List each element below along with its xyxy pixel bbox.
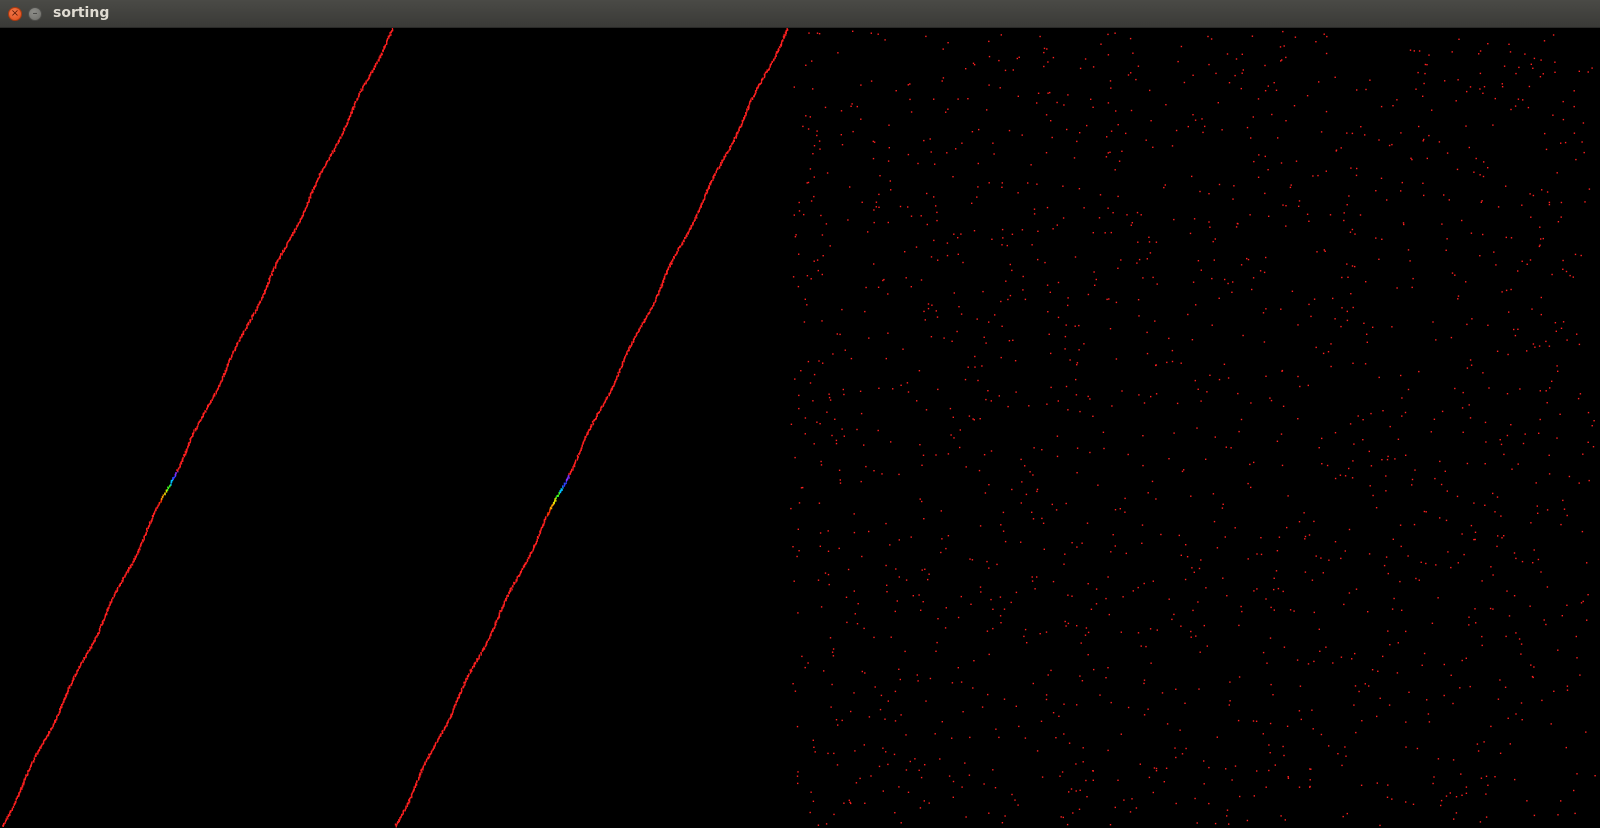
window-title: sorting — [53, 5, 110, 21]
sorting-window: × – sorting — [0, 0, 1600, 828]
unsorted-panel — [790, 30, 1596, 827]
sorting-visualization — [2, 28, 1596, 828]
partially-sorted-panel-1 — [2, 28, 394, 827]
close-icon[interactable]: × — [8, 7, 22, 21]
partially-sorted-panel-2 — [394, 28, 789, 828]
sorting-canvas — [0, 28, 1600, 828]
minimize-icon[interactable]: – — [28, 7, 42, 21]
title-bar[interactable]: × – sorting — [0, 0, 1600, 28]
